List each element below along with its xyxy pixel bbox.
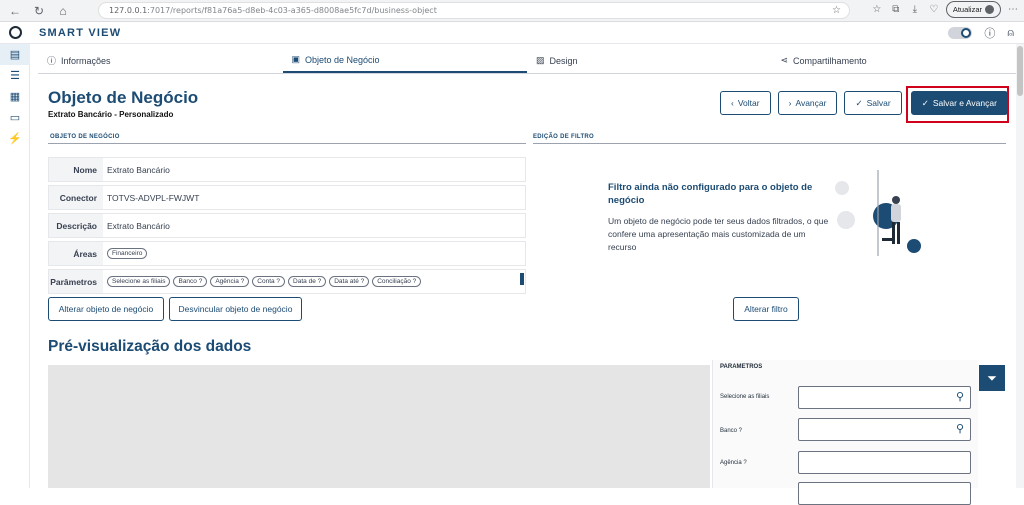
sidebar: ▤ ☰ ▦ ▭ ⚡ bbox=[0, 44, 30, 488]
divider bbox=[48, 143, 526, 144]
empty-filter-illustration-icon bbox=[835, 170, 921, 256]
update-label: Atualizar bbox=[952, 5, 982, 14]
filter-funnel-icon[interactable]: ⏷ bbox=[979, 365, 1005, 391]
description-value: Extrato Bancário bbox=[107, 220, 170, 231]
app-header: SMART VIEW ⓘ ⍝ bbox=[0, 22, 1024, 44]
name-value: Extrato Bancário bbox=[107, 164, 170, 175]
chevron-right-icon: › bbox=[788, 98, 792, 108]
save-label: Salvar bbox=[866, 98, 891, 108]
profile-avatar bbox=[985, 5, 994, 14]
forward-button[interactable]: › Avançar bbox=[777, 91, 838, 115]
theme-toggle[interactable] bbox=[948, 27, 973, 39]
param-chip: Conta ? bbox=[252, 276, 286, 287]
description-row: Descrição Extrato Bancário bbox=[48, 213, 526, 238]
back-label: Voltar bbox=[737, 98, 760, 108]
tab-design[interactable]: ▨ Design bbox=[527, 48, 772, 73]
address-bar[interactable]: 127.0.0.1:7017/reports/f81a76a5-d8eb-4c0… bbox=[98, 2, 850, 19]
banco-input[interactable]: ⚲ bbox=[798, 418, 971, 441]
url-path: :7017/reports/f81a76a5-d8eb-4c03-a365-d8… bbox=[147, 6, 437, 15]
more-menu-icon[interactable]: ⋯ bbox=[1006, 4, 1020, 15]
preview-area bbox=[48, 365, 710, 488]
favorites-icon[interactable]: ☆ bbox=[870, 4, 884, 15]
connector-row: Conector TOTVS-ADVPL-FWJWT bbox=[48, 185, 526, 210]
home-icon[interactable]: ⌂ bbox=[52, 1, 74, 21]
back-button[interactable]: ‹ Voltar bbox=[720, 91, 771, 115]
sidebar-table-icon[interactable]: ▦ bbox=[0, 86, 30, 107]
highlight-box bbox=[906, 86, 1009, 123]
history-icon[interactable]: ♡ bbox=[927, 4, 941, 15]
info-icon: ⓘ bbox=[47, 56, 57, 66]
param-label-banco: Banco ? bbox=[720, 428, 743, 434]
areas-label: Áreas bbox=[49, 242, 103, 265]
filiais-input[interactable]: ⚲ bbox=[798, 386, 971, 409]
page-scrollbar[interactable] bbox=[1016, 44, 1024, 488]
browser-toolbar: ← ↻ ⌂ 127.0.0.1:7017/reports/f81a76a5-d8… bbox=[0, 0, 1024, 22]
business-object-section-title: OBJETO DE NEGÓCIO bbox=[50, 134, 120, 140]
forward-label: Avançar bbox=[795, 98, 827, 108]
sidebar-list-icon[interactable]: ☰ bbox=[0, 65, 30, 86]
chevron-left-icon: ‹ bbox=[731, 98, 734, 108]
tab-objeto-negocio[interactable]: ▣ Objeto de Negócio bbox=[282, 48, 527, 73]
area-chip: Financeiro bbox=[107, 248, 148, 259]
parameters-title: PARAMETROS bbox=[720, 364, 763, 370]
connector-label: Conector bbox=[49, 186, 103, 209]
image-icon: ▨ bbox=[536, 55, 545, 65]
param-label-agencia: Agência ? bbox=[720, 460, 747, 466]
sidebar-plug-icon[interactable]: ⚡ bbox=[0, 128, 30, 149]
back-arrow-icon[interactable]: ← bbox=[4, 1, 26, 21]
param-chip: Agência ? bbox=[210, 276, 250, 287]
param-chip: Data de ? bbox=[288, 276, 327, 287]
help-icon[interactable]: ⓘ bbox=[984, 25, 995, 41]
update-button[interactable]: Atualizar bbox=[945, 1, 1001, 18]
briefcase-icon: ▣ bbox=[291, 54, 301, 64]
parameters-label: Parâmetros bbox=[49, 270, 103, 293]
param-chip: Data até ? bbox=[329, 276, 370, 287]
agencia-input[interactable] bbox=[798, 451, 971, 474]
areas-row: Áreas Financeiro bbox=[48, 241, 526, 266]
filter-empty-title: Filtro ainda não configurado para o obje… bbox=[608, 182, 813, 206]
reload-icon[interactable]: ↻ bbox=[28, 1, 50, 21]
row-scroll-marker[interactable] bbox=[520, 273, 524, 285]
sidebar-folder-icon[interactable]: ▭ bbox=[0, 107, 30, 128]
save-button[interactable]: ✓ Salvar bbox=[844, 91, 902, 115]
url-host: 127.0.0.1 bbox=[109, 6, 148, 15]
logo-icon bbox=[0, 22, 30, 44]
check-icon: ✓ bbox=[855, 97, 863, 108]
divider bbox=[533, 143, 1006, 144]
unlink-business-object-button[interactable]: Desvincular objeto de negócio bbox=[169, 297, 302, 321]
preview-title: Pré-visualização dos dados bbox=[48, 338, 252, 355]
param-chip: Banco ? bbox=[173, 276, 208, 287]
extensions-icon[interactable]: ⧉ bbox=[889, 4, 903, 15]
sidebar-reports-icon[interactable]: ▤ bbox=[0, 44, 30, 65]
param-label-filiais: Selecione as filiais bbox=[720, 394, 770, 400]
tab-informacoes[interactable]: ⓘ Informações bbox=[38, 48, 283, 73]
name-row: Nome Extrato Bancário bbox=[48, 157, 526, 182]
share-icon: ⋖ bbox=[780, 55, 789, 65]
change-filter-button[interactable]: Alterar filtro bbox=[733, 297, 799, 321]
bookmark-star-icon[interactable]: ☆ bbox=[832, 5, 841, 16]
search-icon[interactable]: ⚲ bbox=[956, 422, 964, 435]
filter-section-title: EDIÇÃO DE FILTRO bbox=[533, 134, 595, 140]
tabs: ⓘ Informações ▣ Objeto de Negócio ▨ Design … bbox=[38, 48, 1016, 74]
tab-label: Objeto de Negócio bbox=[305, 54, 380, 65]
connector-value: TOTVS-ADVPL-FWJWT bbox=[107, 192, 200, 203]
filter-empty-description: Um objeto de negócio pode ter seus dados… bbox=[608, 216, 829, 252]
tab-label: Compartilhamento bbox=[793, 55, 867, 66]
user-icon[interactable]: ⍝ bbox=[1007, 27, 1014, 40]
param-chip: Conciliação ? bbox=[372, 276, 422, 287]
param-chip: Selecione as filiais bbox=[107, 276, 171, 287]
search-icon[interactable]: ⚲ bbox=[956, 390, 964, 403]
tab-compartilhamento[interactable]: ⋖ Compartilhamento bbox=[772, 48, 1017, 73]
page-subtitle: Extrato Bancário - Personalizado bbox=[48, 110, 174, 119]
tab-label: Informações bbox=[61, 55, 111, 66]
change-business-object-button[interactable]: Alterar objeto de negócio bbox=[48, 297, 164, 321]
app-title: SMART VIEW bbox=[39, 26, 122, 39]
parameters-row: Parâmetros Selecione as filiais Banco ? … bbox=[48, 269, 526, 294]
page-title: Objeto de Negócio bbox=[48, 88, 199, 107]
conta-input[interactable] bbox=[798, 482, 971, 505]
name-label: Nome bbox=[49, 158, 103, 181]
downloads-icon[interactable]: ⤓ bbox=[908, 4, 922, 15]
tab-label: Design bbox=[549, 55, 578, 66]
description-label: Descrição bbox=[49, 214, 103, 237]
